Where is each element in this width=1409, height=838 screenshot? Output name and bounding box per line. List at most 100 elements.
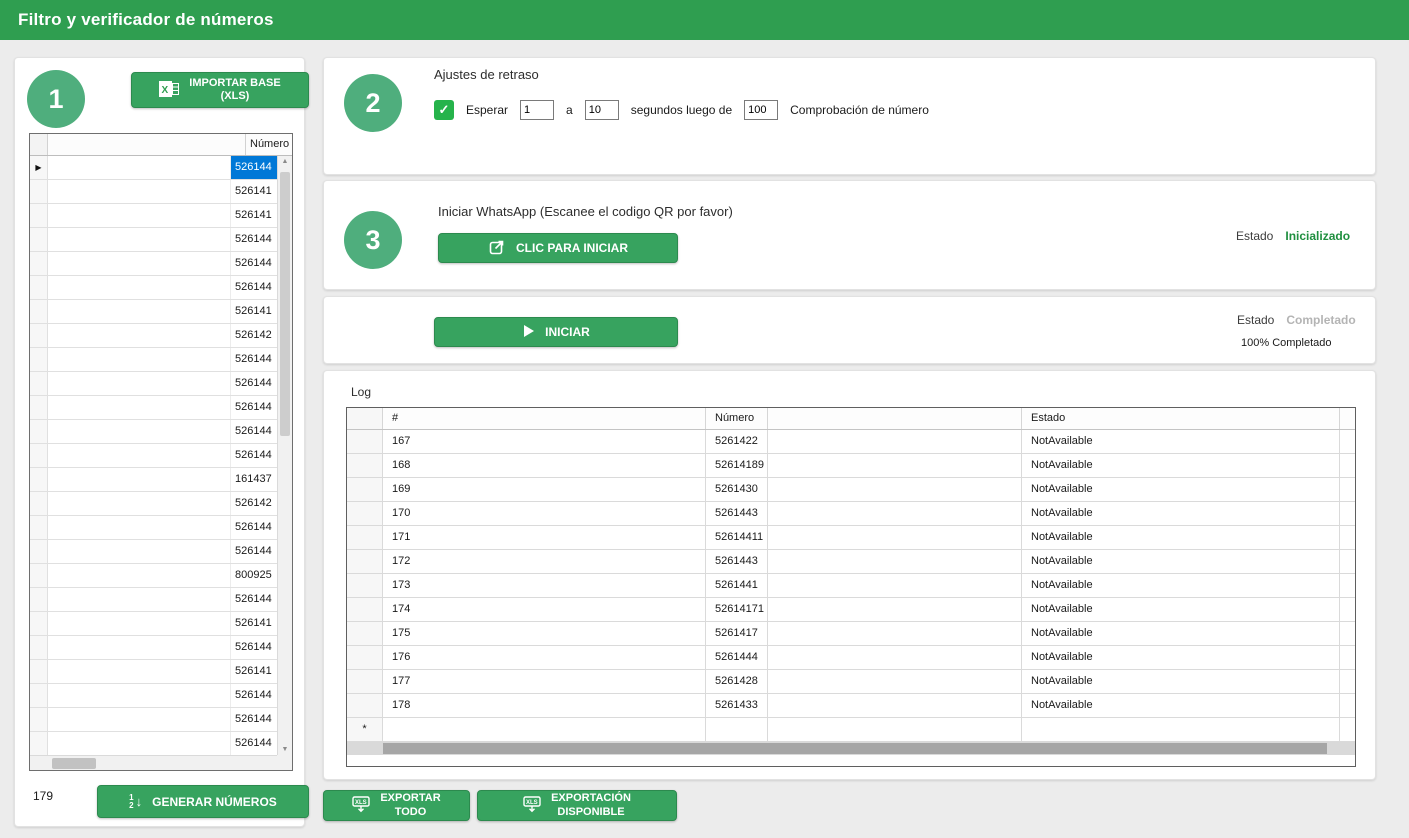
log-blank-column-header[interactable] <box>768 408 1022 429</box>
blank-cell <box>48 252 231 275</box>
log-corner-cell[interactable] <box>347 408 383 429</box>
numbers-grid-row[interactable]: 526144 <box>30 444 277 468</box>
scroll-up-arrow-icon[interactable] <box>278 158 292 165</box>
log-row-header-cell <box>347 526 383 550</box>
scroll-down-arrow-icon[interactable] <box>278 746 292 753</box>
log-index-cell: 169 <box>383 478 706 502</box>
log-row[interactable]: 171 52614411 NotAvailable <box>347 526 1355 550</box>
log-number-cell: 5261430 <box>706 478 768 502</box>
log-row[interactable]: 172 5261443 NotAvailable <box>347 550 1355 574</box>
log-row[interactable]: 177 5261428 NotAvailable <box>347 670 1355 694</box>
blank-cell <box>48 732 231 755</box>
check-count-input[interactable] <box>744 100 778 120</box>
log-grid: # Número Estado 167 5261422 NotAvailable… <box>346 407 1356 767</box>
log-row[interactable]: 176 5261444 NotAvailable <box>347 646 1355 670</box>
numbers-grid-row[interactable]: 526144 <box>30 540 277 564</box>
start-button[interactable]: INICIAR <box>434 317 678 347</box>
log-horizontal-scrollbar[interactable] <box>347 742 1355 755</box>
row-header-cell <box>30 492 48 515</box>
numbers-grid-row[interactable]: 526144 <box>30 348 277 372</box>
numbers-grid-row[interactable]: 161437 <box>30 468 277 492</box>
log-horizontal-scrollbar-thumb[interactable] <box>383 743 1327 754</box>
generate-numbers-label: GENERAR NÚMEROS <box>152 795 277 809</box>
log-status-column-header[interactable]: Estado <box>1022 408 1340 429</box>
row-header-cell: ▶ <box>30 156 48 179</box>
numbers-grid-row[interactable]: 526144 <box>30 252 277 276</box>
app-title-bar: Filtro y verificador de números <box>0 0 1409 40</box>
numbers-grid-row[interactable]: 526142 <box>30 324 277 348</box>
horizontal-scrollbar-thumb[interactable] <box>52 758 96 769</box>
import-base-button[interactable]: X IMPORTAR BASE (XLS) <box>131 72 309 108</box>
svg-text:XLS: XLS <box>526 800 538 806</box>
numbers-grid-row[interactable]: 526144 <box>30 276 277 300</box>
numbers-grid-row[interactable]: 526144 <box>30 396 277 420</box>
log-filler-cell <box>1340 430 1355 454</box>
numbers-grid-row[interactable]: 800925 <box>30 564 277 588</box>
min-seconds-input[interactable] <box>520 100 554 120</box>
vertical-scrollbar-thumb[interactable] <box>280 172 290 436</box>
numbers-grid-horizontal-scrollbar[interactable] <box>30 755 277 770</box>
number-column-header[interactable]: Número <box>246 134 292 155</box>
max-seconds-input[interactable] <box>585 100 619 120</box>
log-row[interactable]: 174 52614171 NotAvailable <box>347 598 1355 622</box>
whatsapp-status: Estado Inicializado <box>1236 229 1350 243</box>
log-row-header-cell <box>347 646 383 670</box>
log-row-header-cell <box>347 670 383 694</box>
log-blank-cell <box>768 598 1022 622</box>
log-panel: Log # Número Estado 167 5261422 NotAvail… <box>323 370 1376 780</box>
click-to-start-button[interactable]: CLIC PARA INICIAR <box>438 233 678 263</box>
numbers-grid-row[interactable]: 526144 <box>30 420 277 444</box>
numbers-grid-row[interactable]: 526141 <box>30 204 277 228</box>
import-base-label-line2: (XLS) <box>221 90 250 103</box>
log-status-cell: NotAvailable <box>1022 646 1340 670</box>
number-cell: 526142 <box>231 324 277 347</box>
blank-cell <box>48 228 231 251</box>
row-count: 179 <box>33 789 53 803</box>
log-new-row[interactable]: * <box>347 718 1355 742</box>
numbers-grid-row[interactable]: 526141 <box>30 180 277 204</box>
export-all-button[interactable]: XLS EXPORTAR TODO <box>323 790 470 821</box>
numbers-grid-row[interactable]: 526141 <box>30 660 277 684</box>
generate-numbers-button[interactable]: GENERAR NÚMEROS <box>97 785 309 818</box>
export-available-button[interactable]: XLS EXPORTACIÓN DISPONIBLE <box>477 790 677 821</box>
log-row[interactable]: 168 52614189 NotAvailable <box>347 454 1355 478</box>
log-row[interactable]: 169 5261430 NotAvailable <box>347 478 1355 502</box>
numbers-grid-row[interactable]: ▶ 526144 <box>30 156 277 180</box>
blank-cell <box>48 420 231 443</box>
log-index-cell: 168 <box>383 454 706 478</box>
numbers-grid-corner-cell[interactable] <box>30 134 48 155</box>
numbers-grid-row[interactable]: 526142 <box>30 492 277 516</box>
log-new-row-status-cell <box>1022 718 1340 742</box>
log-row[interactable]: 175 5261417 NotAvailable <box>347 622 1355 646</box>
numbers-grid-row[interactable]: 526144 <box>30 372 277 396</box>
numbers-grid-row[interactable]: 526144 <box>30 516 277 540</box>
numbers-grid-row[interactable]: 526144 <box>30 684 277 708</box>
row-header-cell <box>30 684 48 707</box>
number-cell: 526142 <box>231 492 277 515</box>
row-header-cell <box>30 636 48 659</box>
log-index-column-header[interactable]: # <box>383 408 706 429</box>
numbers-grid-row[interactable]: 526144 <box>30 732 277 755</box>
numbers-grid-row[interactable]: 526144 <box>30 708 277 732</box>
excel-icon: X <box>159 81 179 100</box>
blank-column-header[interactable] <box>48 134 246 155</box>
log-filler-cell <box>1340 646 1355 670</box>
blank-cell <box>48 612 231 635</box>
row-header-cell <box>30 732 48 755</box>
numbers-grid-row[interactable]: 526144 <box>30 588 277 612</box>
log-number-column-header[interactable]: Número <box>706 408 768 429</box>
log-row-header-cell <box>347 430 383 454</box>
numbers-grid-row[interactable]: 526141 <box>30 612 277 636</box>
wait-checkbox[interactable] <box>434 100 454 120</box>
numbers-grid-vertical-scrollbar[interactable] <box>277 156 292 755</box>
log-row[interactable]: 170 5261443 NotAvailable <box>347 502 1355 526</box>
row-header-cell <box>30 612 48 635</box>
log-row[interactable]: 167 5261422 NotAvailable <box>347 430 1355 454</box>
numbers-grid-row[interactable]: 526144 <box>30 636 277 660</box>
log-row[interactable]: 178 5261433 NotAvailable <box>347 694 1355 718</box>
whatsapp-title: Iniciar WhatsApp (Escanee el codigo QR p… <box>438 204 733 219</box>
blank-cell <box>48 276 231 299</box>
numbers-grid-row[interactable]: 526141 <box>30 300 277 324</box>
log-row[interactable]: 173 5261441 NotAvailable <box>347 574 1355 598</box>
numbers-grid-row[interactable]: 526144 <box>30 228 277 252</box>
